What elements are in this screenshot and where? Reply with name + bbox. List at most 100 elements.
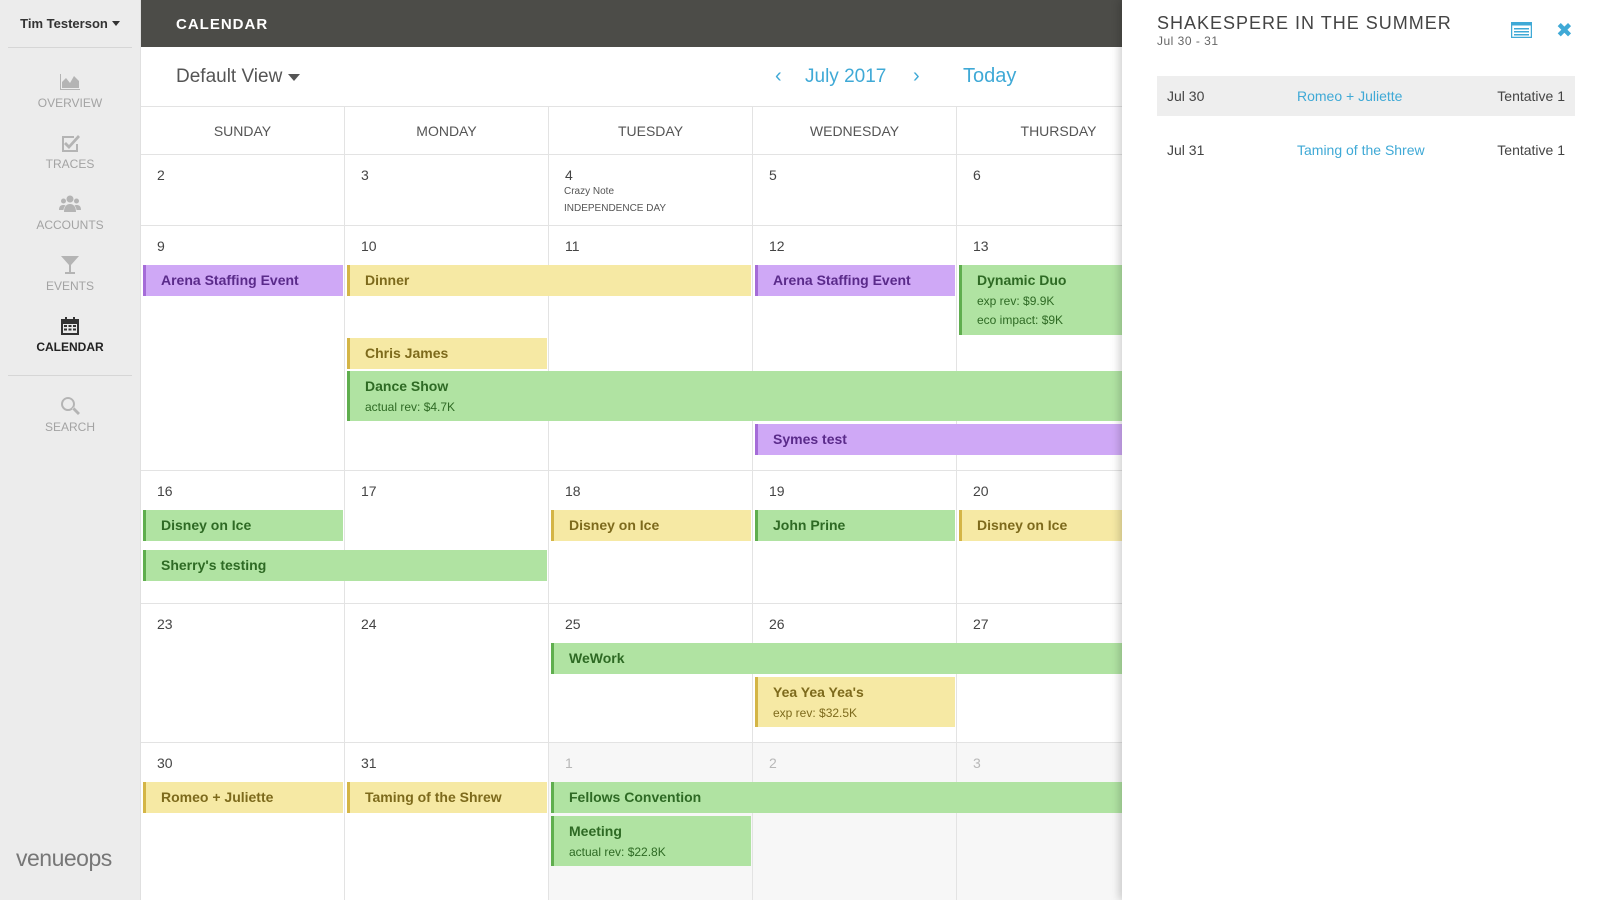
day-number: 27 xyxy=(973,616,989,632)
calendar-event[interactable]: John Prine xyxy=(755,510,955,541)
calendar-event[interactable]: Dynamic Duo exp rev: $9.9K eco impact: $9… xyxy=(959,265,1122,335)
calendar-event[interactable]: Chris James xyxy=(347,338,547,369)
day-cell[interactable]: 6 xyxy=(957,155,1122,225)
day-number: 6 xyxy=(973,167,981,183)
caret-down-icon xyxy=(111,21,120,26)
prev-month-button[interactable]: ‹ xyxy=(775,65,782,88)
user-menu[interactable]: Tim Testerson xyxy=(0,0,140,47)
holiday-label: INDEPENDENCE DAY xyxy=(564,203,667,214)
event-exp-rev: exp rev: $9.9K xyxy=(977,294,1055,308)
day-number: 24 xyxy=(361,616,377,632)
sidebar-item-traces[interactable]: TRACES xyxy=(0,121,140,182)
calendar-event[interactable]: Dinner xyxy=(347,265,751,296)
topbar: CALENDAR xyxy=(141,0,1122,47)
week-row: 23 24 25 26 27 WeWork Yea Yea Yea's exp … xyxy=(141,604,1122,743)
view-dropdown[interactable]: Default View xyxy=(176,66,301,88)
day-number: 17 xyxy=(361,483,377,499)
event-title: Taming of the Shrew xyxy=(365,789,502,805)
calendar-event[interactable]: Symes test xyxy=(755,424,1122,455)
day-cell[interactable]: 30 xyxy=(141,743,345,900)
day-number: 30 xyxy=(157,755,173,771)
panel-event-link[interactable]: Taming of the Shrew xyxy=(1297,138,1437,162)
today-button[interactable]: Today xyxy=(963,65,1016,88)
event-title: Dinner xyxy=(365,272,410,288)
sidebar-item-label: ACCOUNTS xyxy=(36,217,104,232)
panel-event-link[interactable]: Romeo + Juliette xyxy=(1297,84,1487,108)
caret-down-icon xyxy=(288,73,301,81)
area-chart-icon xyxy=(60,73,80,90)
day-number: 12 xyxy=(769,238,785,254)
sidebar-item-label: EVENTS xyxy=(45,278,94,293)
calendar-event[interactable]: Arena Staffing Event xyxy=(755,265,955,296)
day-cell[interactable]: 23 xyxy=(141,604,345,742)
day-number: 25 xyxy=(565,616,581,632)
calendar-event[interactable]: Meeting actual rev: $22.8K xyxy=(551,816,751,866)
list-view-icon[interactable] xyxy=(1511,22,1532,38)
event-title: WeWork xyxy=(569,650,625,666)
sidebar-item-calendar[interactable]: CALENDAR xyxy=(0,304,140,365)
calendar-event[interactable]: Sherry's testing xyxy=(143,550,547,581)
next-month-button[interactable]: › xyxy=(913,65,920,88)
event-title: Arena Staffing Event xyxy=(161,272,299,288)
week-row: 9 10 11 12 13 Arena Staffing Event Dinne… xyxy=(141,226,1122,471)
event-exp-rev: exp rev: $32.5K xyxy=(773,706,858,720)
event-title: Dance Show xyxy=(365,378,449,394)
calendar-event[interactable]: WeWork xyxy=(551,643,1122,674)
day-cell[interactable]: 17 xyxy=(345,471,549,603)
calendar-event[interactable]: Arena Staffing Event xyxy=(143,265,343,296)
event-title: Disney on Ice xyxy=(161,517,252,533)
event-title: Symes test xyxy=(773,431,847,447)
day-cell[interactable]: 11 xyxy=(549,226,753,470)
sidebar-item-accounts[interactable]: ACCOUNTS xyxy=(0,182,140,243)
sidebar: Tim Testerson OVERVIEW TRACES ACCOUNTS E… xyxy=(0,0,141,900)
day-cell[interactable]: 24 xyxy=(345,604,549,742)
calendar-event[interactable]: Disney on Ice xyxy=(959,510,1122,541)
day-number: 23 xyxy=(157,616,173,632)
day-cell[interactable]: 3 xyxy=(345,155,549,225)
day-cell[interactable]: 2 xyxy=(141,155,345,225)
close-icon[interactable]: ✖ xyxy=(1556,18,1573,43)
calendar-toolbar: Default View ‹ July 2017 › Today xyxy=(141,47,1122,107)
day-cell[interactable]: 5 xyxy=(753,155,957,225)
sidebar-item-label: OVERVIEW xyxy=(37,95,103,110)
panel-event-row[interactable]: Jul 30 Romeo + Juliette Tentative 1 xyxy=(1157,76,1575,116)
panel-event-row[interactable]: Jul 31 Taming of the Shrew Tentative 1 xyxy=(1157,124,1575,176)
calendar-event[interactable]: Disney on Ice xyxy=(551,510,751,541)
event-title: Arena Staffing Event xyxy=(773,272,911,288)
day-number: 31 xyxy=(361,755,377,771)
brand-logo: venueops xyxy=(16,845,112,871)
users-icon xyxy=(59,195,81,212)
page-title: CALENDAR xyxy=(176,16,269,33)
calendar-event[interactable]: Taming of the Shrew xyxy=(347,782,547,813)
event-title: Disney on Ice xyxy=(977,517,1068,533)
calendar-event[interactable]: Yea Yea Yea's exp rev: $32.5K xyxy=(755,677,955,727)
day-cell[interactable]: 4 Crazy Note INDEPENDENCE DAY xyxy=(549,155,753,225)
event-title: Fellows Convention xyxy=(569,789,702,805)
day-number: 3 xyxy=(973,755,981,771)
sidebar-item-label: TRACES xyxy=(45,156,95,171)
sidebar-item-overview[interactable]: OVERVIEW xyxy=(0,60,140,121)
day-note[interactable]: Crazy Note xyxy=(564,186,614,197)
sidebar-item-search[interactable]: SEARCH xyxy=(0,384,140,445)
day-number: 18 xyxy=(565,483,581,499)
day-number: 1 xyxy=(565,755,573,771)
month-label: July 2017 xyxy=(805,66,887,87)
panel-event-status: Tentative 1 xyxy=(1497,88,1565,104)
day-cell[interactable]: 31 xyxy=(345,743,549,900)
calendar-event[interactable]: Fellows Convention xyxy=(551,782,1122,813)
sidebar-item-events[interactable]: EVENTS xyxy=(0,243,140,304)
day-cell[interactable]: 2 xyxy=(753,743,957,900)
cocktail-icon xyxy=(61,255,79,274)
checkbox-icon xyxy=(62,134,80,152)
panel-event-date: Jul 30 xyxy=(1167,88,1205,104)
calendar-event[interactable]: Romeo + Juliette xyxy=(143,782,343,813)
calendar-event[interactable]: Disney on Ice xyxy=(143,510,343,541)
event-detail-panel: SHAKESPERE IN THE SUMMER Jul 30 - 31 ✖ J… xyxy=(1122,0,1600,900)
day-number: 26 xyxy=(769,616,785,632)
day-cell[interactable]: 3 xyxy=(957,743,1122,900)
day-number: 9 xyxy=(157,238,165,254)
calendar-event[interactable]: Dance Show actual rev: $4.7K xyxy=(347,371,1122,421)
day-cell[interactable]: 9 xyxy=(141,226,345,470)
event-title: Romeo + Juliette xyxy=(161,789,274,805)
day-number: 2 xyxy=(769,755,777,771)
